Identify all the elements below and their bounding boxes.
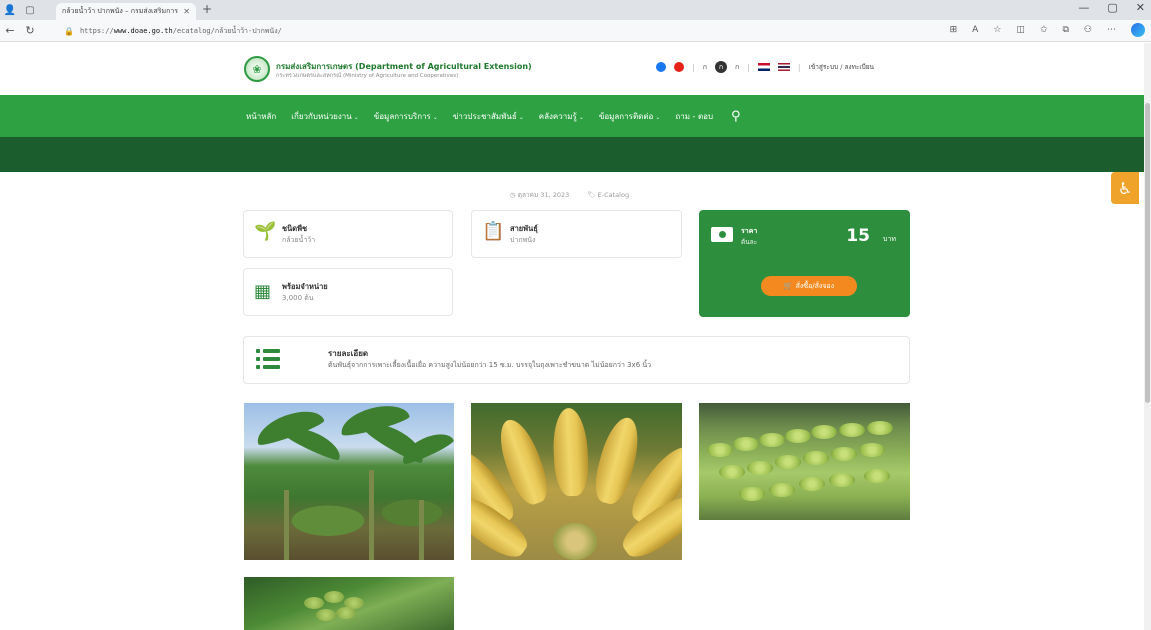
favorites-list-icon[interactable]: ✩: [1040, 25, 1048, 35]
wheelchair-icon[interactable]: ♿: [1111, 172, 1139, 204]
availability-card: ▦ พร้อมจำหน่าย 3,000 ต้น: [243, 268, 453, 316]
boxes-icon: ▦: [254, 281, 272, 302]
chevron-down-icon: ⌄: [518, 113, 524, 121]
nav-item-contact[interactable]: ข้อมูลการติดต่อ ⌄: [599, 110, 661, 123]
read-aloud-icon[interactable]: A: [972, 25, 978, 35]
nav-item-services[interactable]: ข้อมูลการบริการ ⌄: [374, 110, 438, 123]
tab-title: กล้วยน้ำว้า ปากพนัง – กรมส่งเสริมการ: [62, 7, 179, 15]
cart-icon: 🛒: [783, 282, 793, 290]
login-link[interactable]: เข้าสู่ระบบ / ลงทะเบียน: [809, 62, 874, 72]
divider: |: [747, 62, 750, 72]
font-increase-button[interactable]: ก: [735, 62, 739, 73]
sprout-icon: 🌱: [254, 221, 277, 242]
collections-icon[interactable]: ⧉: [1062, 25, 1068, 35]
nav-item-news[interactable]: ข่าวประชาสัมพันธ์ ⌄: [453, 110, 524, 123]
detail-card: รายละเอียด ต้นพันธุ์จากการเพาะเลี้ยงเนื้…: [243, 336, 910, 384]
clipboard-icon: 📋: [482, 221, 505, 242]
divider: |: [692, 62, 695, 72]
scroll-thumb[interactable]: [1145, 103, 1150, 403]
thai-flag-icon[interactable]: [777, 63, 790, 71]
tab-close-icon[interactable]: ✕: [183, 7, 190, 16]
page-banner: [0, 137, 1151, 172]
list-icon: [256, 347, 280, 371]
favorite-icon[interactable]: ☆: [993, 25, 1001, 35]
profile-icon[interactable]: 👤: [0, 0, 20, 20]
youtube-icon[interactable]: [674, 62, 684, 72]
back-icon[interactable]: ←: [0, 24, 20, 37]
nav-menu: หน้าหลัก เกี่ยวกับหน่วยงาน ⌄ ข้อมูลการบริ…: [246, 95, 741, 137]
chevron-down-icon: ⌄: [432, 113, 438, 121]
font-decrease-button[interactable]: ก: [703, 62, 707, 73]
main-navigation: หน้าหลัก เกี่ยวกับหน่วยงาน ⌄ ข้อมูลการบริ…: [0, 95, 1151, 137]
chevron-down-icon: ⌄: [655, 113, 661, 121]
gallery-image-banana-bunch[interactable]: [471, 403, 682, 560]
order-button[interactable]: 🛒 สั่งซื้อ/สั่งจอง: [761, 276, 857, 296]
lock-icon: 🔒: [64, 26, 74, 36]
post-date: ◷ ตุลาคม 31, 2023: [510, 191, 570, 199]
banknote-icon: [711, 227, 733, 242]
restore-icon[interactable]: ▢: [1107, 1, 1117, 14]
url-path: /ecatalog/กล้วยน้ำว้า-ปากพนัง/: [172, 26, 282, 35]
variety-label: สายพันธุ์: [510, 224, 538, 233]
detail-text: ต้นพันธุ์จากการเพาะเลี้ยงเนื้อเยื่อ ความ…: [328, 361, 652, 369]
extensions-icon[interactable]: ⚇: [1084, 25, 1092, 35]
copilot-icon[interactable]: [1131, 23, 1145, 37]
browser-toolbar: ⊞ A ☆ ◫ ✩ ⧉ ⚇ ⋯: [950, 23, 1145, 37]
divider: |: [797, 62, 801, 72]
new-tab-icon[interactable]: +: [202, 2, 212, 16]
nav-item-faq[interactable]: ถาม - ตอบ: [675, 110, 713, 123]
browser-tab[interactable]: กล้วยน้ำว้า ปากพนัง – กรมส่งเสริมการ ✕: [56, 3, 196, 20]
minimize-icon[interactable]: —: [1078, 1, 1089, 14]
more-icon[interactable]: ⋯: [1107, 25, 1116, 35]
translate-icon[interactable]: ⊞: [950, 25, 958, 35]
gallery-image-banana-tree[interactable]: [244, 577, 454, 630]
refresh-icon[interactable]: ↻: [20, 24, 40, 37]
close-window-icon[interactable]: ✕: [1136, 1, 1145, 14]
page-scrollbar[interactable]: [1144, 43, 1151, 630]
variety-value: ปากพนัง: [510, 236, 536, 244]
split-screen-icon[interactable]: ◫: [1016, 25, 1025, 35]
browser-tab-bar: 👤 ▢ กล้วยน้ำว้า ปากพนัง – กรมส่งเสริมการ…: [0, 0, 1151, 20]
nav-item-about[interactable]: เกี่ยวกับหน่วยงาน ⌄: [291, 110, 359, 123]
gallery-image-banana-field[interactable]: [244, 403, 454, 560]
price-currency: บาท: [883, 235, 896, 243]
english-flag-icon[interactable]: [757, 63, 770, 71]
header-utilities: | ก ก ก | | เข้าสู่ระบบ / ลงทะเบียน: [656, 61, 874, 73]
plant-type-label: ชนิดพืช: [282, 224, 308, 233]
address-bar-row: ← ↻ 🔒 https://www.doae.go.th/ecatalog/กล…: [0, 20, 1151, 42]
plant-type-value: กล้วยน้ำว้า: [282, 236, 316, 244]
variety-card: 📋 สายพันธุ์ ปากพนัง: [471, 210, 682, 258]
price-value: 15: [846, 226, 870, 246]
availability-label: พร้อมจำหน่าย: [282, 282, 328, 291]
gallery-image-banana-stack[interactable]: [699, 403, 910, 520]
nav-item-home[interactable]: หน้าหลัก: [246, 110, 276, 123]
facebook-icon[interactable]: [656, 62, 666, 72]
post-category[interactable]: 🏷 E-Catalog: [587, 191, 637, 199]
price-label: ราคา: [741, 227, 758, 235]
tab-actions-icon[interactable]: ▢: [20, 0, 40, 20]
chevron-down-icon: ⌄: [353, 113, 359, 121]
nav-item-knowledge[interactable]: คลังความรู้ ⌄: [539, 110, 584, 123]
font-normal-button[interactable]: ก: [714, 61, 727, 73]
url-field[interactable]: 🔒 https://www.doae.go.th/ecatalog/กล้วยน…: [64, 23, 924, 39]
url-host: www.doae.go.th: [113, 27, 173, 35]
site-header: ❀ กรมส่งเสริมการเกษตร (Department of Agr…: [0, 43, 1151, 95]
price-card: ราคา ต้นละ 15 บาท 🛒 สั่งซื้อ/สั่งจอง: [699, 210, 910, 317]
detail-title: รายละเอียด: [328, 349, 369, 358]
url-prefix: https://: [79, 27, 114, 35]
availability-value: 3,000 ต้น: [282, 294, 314, 302]
window-controls: — ▢ ✕: [1078, 1, 1145, 14]
doae-logo-icon[interactable]: ❀: [244, 56, 270, 82]
brand-subtitle: กระทรวงเกษตรและสหกรณ์ (Ministry of Agric…: [276, 73, 459, 79]
price-unit: ต้นละ: [741, 238, 758, 246]
post-meta: ◷ ตุลาคม 31, 2023 🏷 E-Catalog: [510, 190, 645, 200]
chevron-down-icon: ⌄: [578, 113, 584, 121]
search-icon[interactable]: ⚲: [731, 109, 741, 124]
order-button-label: สั่งซื้อ/สั่งจอง: [795, 281, 835, 290]
plant-type-card: 🌱 ชนิดพืช กล้วยน้ำว้า: [243, 210, 453, 258]
